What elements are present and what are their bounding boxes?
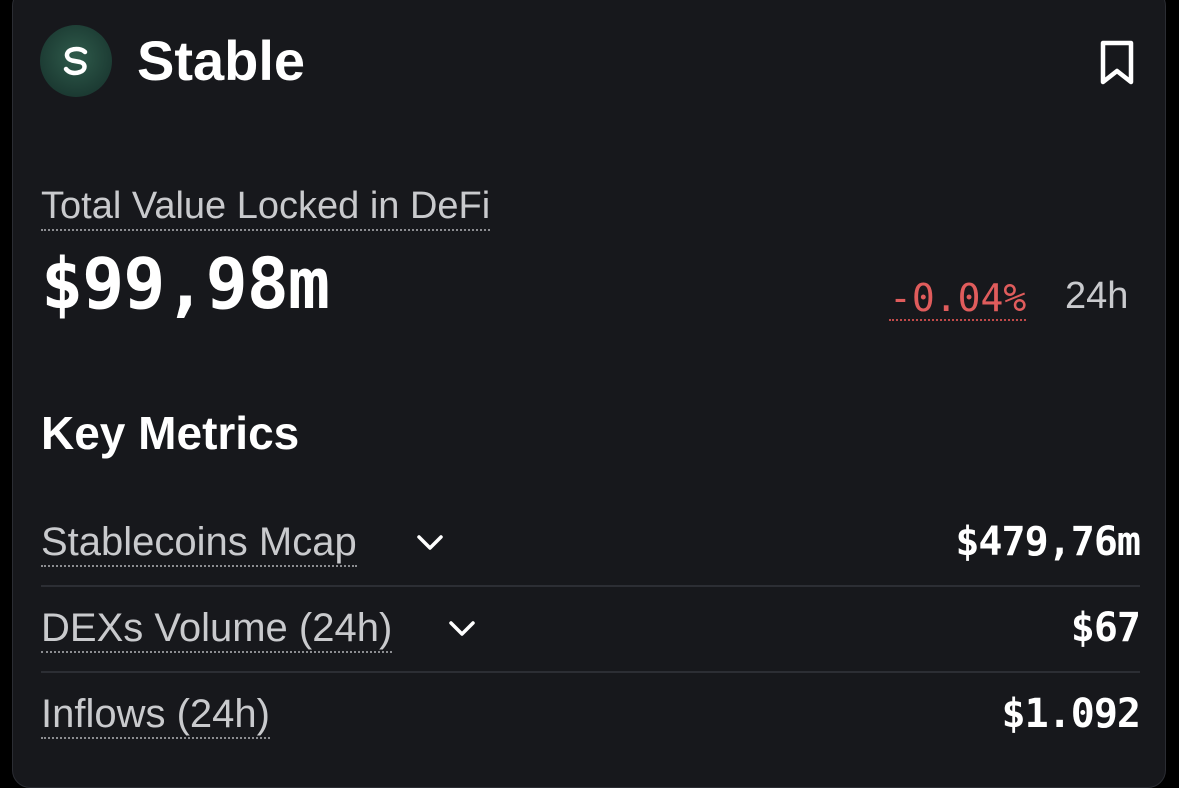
metric-value: $1.092 [1001, 691, 1141, 737]
metric-row-inflows[interactable]: Inflows (24h) $1.092 [41, 679, 1141, 759]
key-metrics-title: Key Metrics [41, 407, 300, 459]
stable-s-glyph [63, 46, 88, 76]
metric-label[interactable]: DEXs Volume (24h) [41, 605, 393, 653]
metric-row-dexs-volume[interactable]: DEXs Volume (24h) $67 [41, 593, 1141, 673]
tvl-value: $99,98m [41, 243, 330, 325]
chevron-down-icon[interactable] [445, 611, 479, 645]
metric-value: $67 [1070, 605, 1141, 651]
metric-row-stablecoins-mcap[interactable]: Stablecoins Mcap $479,76m [41, 507, 1141, 587]
chevron-down-icon[interactable] [413, 525, 447, 559]
tvl-change-percent[interactable]: -0.04% [889, 277, 1027, 321]
metric-label[interactable]: Stablecoins Mcap [41, 519, 357, 567]
stable-logo-icon [40, 25, 112, 97]
bookmark-icon[interactable] [1095, 39, 1139, 87]
metric-value: $479,76m [955, 519, 1141, 565]
metric-label[interactable]: Inflows (24h) [41, 691, 270, 739]
tvl-label[interactable]: Total Value Locked in DeFi [41, 183, 491, 231]
tvl-change-period: 24h [1065, 275, 1129, 317]
protocol-card: Stable Total Value Locked in DeFi $99,98… [12, 0, 1166, 788]
page-title: Stable [137, 29, 306, 92]
